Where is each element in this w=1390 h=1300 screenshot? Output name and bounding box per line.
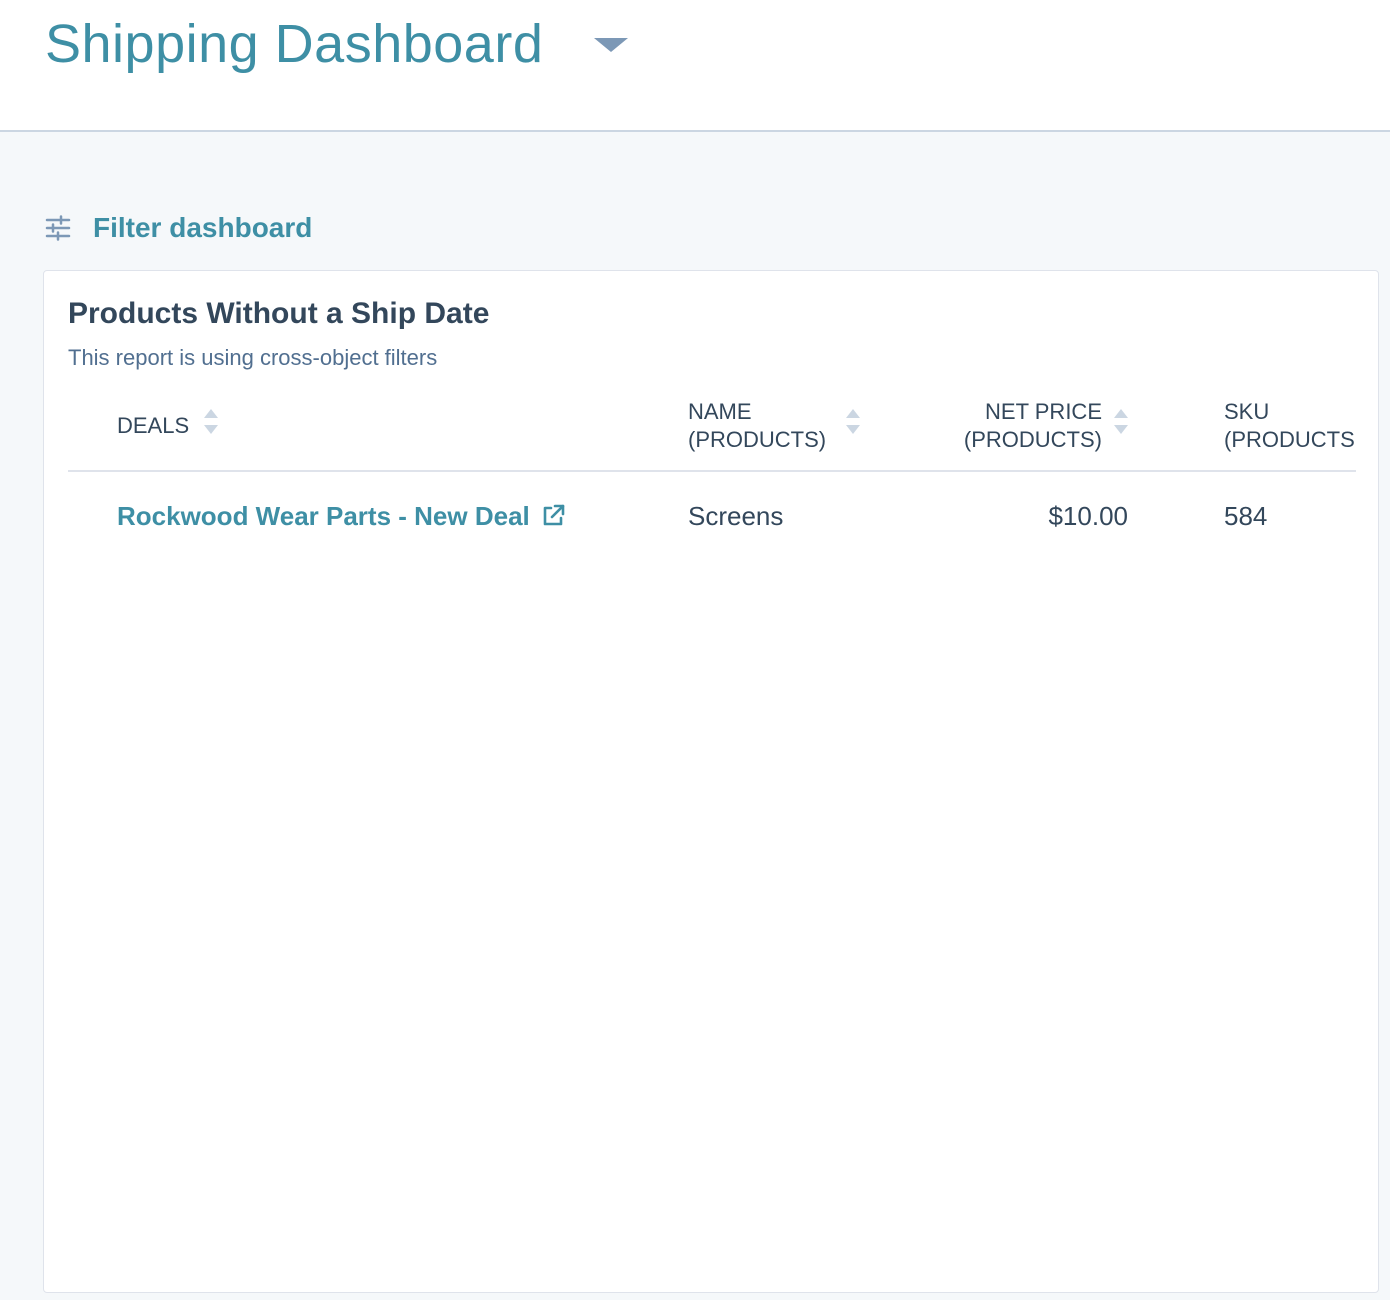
column-header-net-price-line1: NET PRICE [985, 399, 1102, 424]
product-name-cell: Screens [688, 501, 784, 531]
sku-cell: 584 [1224, 501, 1268, 531]
dashboard-title[interactable]: Shipping Dashboard [45, 12, 543, 76]
sort-deals-icon[interactable] [204, 409, 218, 439]
column-header-name-line1: NAME [688, 399, 752, 424]
deal-link[interactable]: Rockwood Wear Parts - New Deal [117, 499, 566, 533]
column-header-deals-label: DEALS [117, 413, 190, 438]
report-card: Products Without a Ship Date This report… [43, 270, 1379, 1293]
report-title: Products Without a Ship Date [68, 297, 490, 330]
report-subtitle: This report is using cross-object filter… [68, 345, 438, 370]
dashboard-header: Shipping Dashboard [0, 0, 1390, 132]
column-header-net-price-line2: (PRODUCTS) [963, 427, 1102, 452]
dashboard-switcher-caret-icon[interactable] [594, 38, 628, 52]
sliders-icon [45, 215, 71, 241]
column-header-deals[interactable]: DEALS [117, 412, 189, 440]
column-header-sku-line2: (PRODUCTS) [1224, 427, 1354, 452]
column-header-name-line2: (PRODUCTS) [688, 427, 827, 452]
filter-dashboard-button[interactable]: Filter dashboard [45, 208, 312, 248]
column-header-name[interactable]: NAME (PRODUCTS) [688, 398, 826, 454]
sort-name-icon[interactable] [846, 409, 860, 439]
filter-dashboard-label: Filter dashboard [93, 212, 313, 243]
column-header-sku[interactable]: SKU (PRODUCTS) [1224, 398, 1354, 454]
deal-link-label: Rockwood Wear Parts - New Deal [117, 501, 530, 531]
net-price-cell: $10.00 [1048, 501, 1128, 531]
external-link-icon [543, 504, 565, 526]
column-header-sku-line1: SKU [1224, 399, 1270, 424]
table-header-divider [68, 470, 1356, 472]
column-header-net-price[interactable]: NET PRICE (PRODUCTS) [956, 398, 1102, 454]
sort-net-price-icon[interactable] [1114, 409, 1128, 439]
